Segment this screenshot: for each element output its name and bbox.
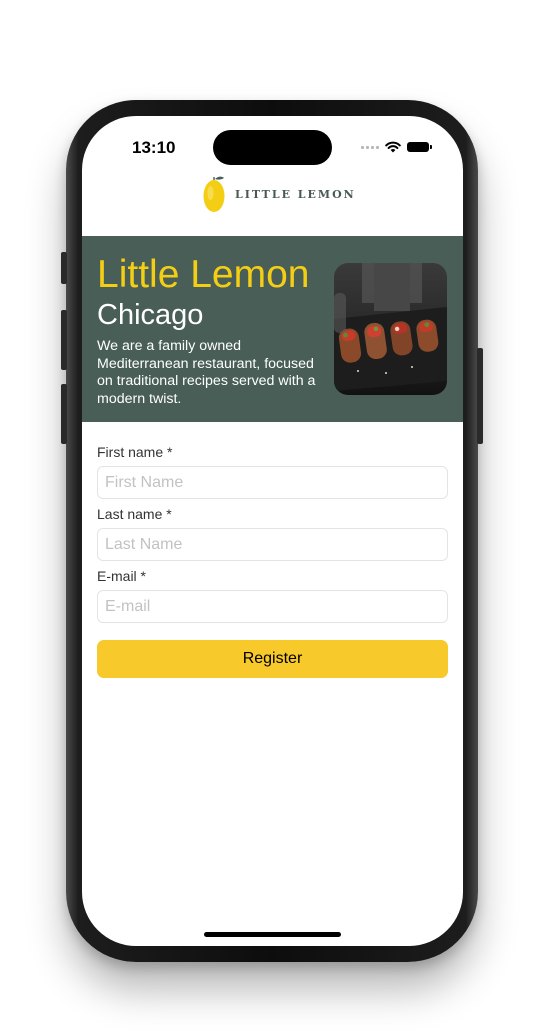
app-screen: 13:10 LITTLE LEMON Little Lemon Chicago … bbox=[82, 116, 463, 946]
lemon-logo-icon bbox=[203, 176, 225, 212]
first-name-label: First name * bbox=[97, 444, 173, 460]
registration-form: First name * Last name * E-mail * bbox=[97, 444, 448, 630]
dynamic-island bbox=[213, 130, 332, 165]
status-time: 13:10 bbox=[132, 138, 176, 157]
power-button bbox=[477, 348, 483, 444]
status-icons bbox=[361, 141, 432, 153]
email-input[interactable] bbox=[97, 590, 448, 623]
cellular-signal-icon bbox=[361, 145, 379, 149]
email-label: E-mail * bbox=[97, 568, 147, 584]
mute-switch bbox=[61, 252, 67, 284]
register-button[interactable]: Register bbox=[97, 640, 448, 678]
wifi-icon bbox=[385, 141, 401, 153]
hero-food-image bbox=[334, 263, 447, 395]
hero-description: We are a family owned Mediterranean rest… bbox=[97, 338, 316, 407]
first-name-input[interactable] bbox=[97, 466, 448, 499]
volume-up-button bbox=[61, 310, 67, 370]
last-name-label: Last name * bbox=[97, 506, 172, 522]
app-logo: LITTLE LEMON bbox=[202, 174, 356, 214]
home-indicator[interactable] bbox=[204, 932, 341, 937]
volume-down-button bbox=[61, 384, 67, 444]
hero-city: Chicago bbox=[97, 299, 204, 331]
battery-icon bbox=[407, 142, 432, 152]
last-name-input[interactable] bbox=[97, 528, 448, 561]
logo-text: LITTLE LEMON bbox=[235, 187, 356, 201]
hero-banner: Little Lemon Chicago We are a family own… bbox=[82, 236, 463, 422]
hero-title: Little Lemon bbox=[97, 253, 310, 296]
